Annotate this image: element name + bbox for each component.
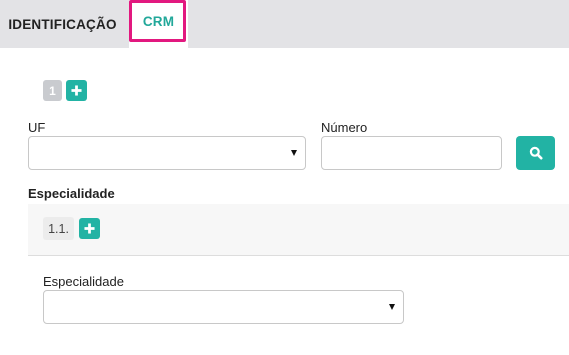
add-especialidade-button[interactable] — [79, 218, 100, 239]
crm-index-badge: 1 — [43, 80, 62, 101]
uf-select[interactable] — [28, 136, 306, 170]
tab-identificacao[interactable]: IDENTIFICAÇÃO — [0, 0, 125, 48]
tab-crm-label: CRM — [142, 13, 175, 29]
plus-icon — [71, 85, 82, 96]
tab-crm[interactable]: CRM — [129, 0, 188, 48]
tab-identificacao-label: IDENTIFICAÇÃO — [8, 16, 117, 32]
search-icon — [529, 146, 542, 160]
plus-icon — [84, 223, 95, 234]
numero-label: Número — [321, 120, 368, 135]
especialidade-label: Especialidade — [43, 274, 124, 289]
tab-bar: IDENTIFICAÇÃO CRM — [0, 0, 569, 48]
caret-down-icon — [389, 304, 395, 310]
especialidade-select[interactable] — [43, 290, 404, 324]
search-crm-button[interactable] — [516, 136, 555, 170]
especialidade-index-badge: 1.1. — [43, 217, 74, 240]
caret-down-icon — [291, 150, 297, 156]
uf-label: UF — [28, 120, 46, 135]
add-crm-button[interactable] — [66, 80, 87, 101]
especialidade-section-title: Especialidade — [28, 186, 115, 201]
especialidade-header-band — [28, 204, 569, 256]
numero-input[interactable] — [321, 136, 502, 170]
